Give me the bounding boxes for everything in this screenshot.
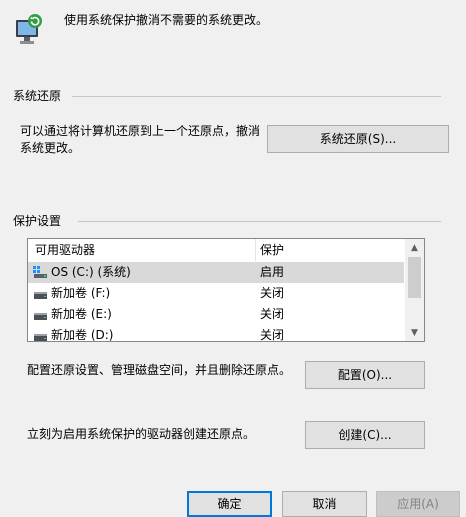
- scroll-up-icon[interactable]: ▲: [405, 239, 424, 256]
- restore-description-line2: 系统更改。: [20, 141, 81, 155]
- protection-group-label: 保护设置: [13, 214, 62, 228]
- drive-row[interactable]: 新加卷 (E:) 关闭: [28, 304, 404, 325]
- drives-list[interactable]: 可用驱动器 保护 OS (C:) (系统) 启用 新加卷 (F:) 关闭 新加卷…: [27, 238, 425, 342]
- configure-description: 配置还原设置、管理磁盘空间，并且删除还原点。: [27, 363, 292, 377]
- protection-group-divider: [78, 221, 441, 222]
- system-protection-panel: 使用系统保护撤消不需要的系统更改。 系统还原 可以通过将计算机还原到上一个还原点…: [0, 0, 466, 484]
- drive-name: OS (C:) (系统): [51, 265, 131, 279]
- ok-button[interactable]: 确定: [187, 491, 272, 517]
- scroll-down-icon[interactable]: ▼: [405, 324, 424, 341]
- drive-icon: [33, 289, 48, 299]
- apply-button[interactable]: 应用(A): [376, 491, 460, 517]
- dialog-footer: 确定 取消 应用(A): [0, 484, 466, 517]
- system-protection-icon: [13, 12, 45, 46]
- system-restore-button[interactable]: 系统还原(S)...: [267, 125, 449, 153]
- drive-row[interactable]: 新加卷 (F:) 关闭: [28, 283, 404, 304]
- column-header-protection[interactable]: 保护: [256, 239, 404, 261]
- system-drive-icon: [33, 266, 48, 279]
- drive-protection-status: 关闭: [260, 307, 285, 321]
- restore-group-divider: [72, 96, 441, 97]
- drive-row[interactable]: 新加卷 (D:) 关闭: [28, 325, 404, 342]
- drive-name: 新加卷 (F:): [51, 286, 111, 300]
- drive-protection-status: 关闭: [260, 328, 285, 342]
- create-description: 立刻为启用系统保护的驱动器创建还原点。: [27, 427, 256, 441]
- drive-name: 新加卷 (E:): [51, 307, 112, 321]
- scroll-thumb[interactable]: [408, 257, 421, 298]
- drive-row[interactable]: OS (C:) (系统) 启用: [28, 262, 404, 283]
- drive-name: 新加卷 (D:): [51, 328, 114, 342]
- header-description: 使用系统保护撤消不需要的系统更改。: [64, 13, 269, 27]
- drive-protection-status: 关闭: [260, 286, 285, 300]
- drives-list-scrollbar[interactable]: ▲ ▼: [405, 239, 424, 341]
- drive-icon: [33, 310, 48, 320]
- restore-group-label: 系统还原: [13, 89, 62, 103]
- drive-icon: [33, 331, 48, 341]
- create-button[interactable]: 创建(C)...: [305, 421, 425, 449]
- column-header-drive[interactable]: 可用驱动器: [28, 239, 255, 261]
- cancel-button[interactable]: 取消: [282, 491, 367, 517]
- restore-description-line1: 可以通过将计算机还原到上一个还原点，撤消: [20, 124, 261, 138]
- drive-protection-status: 启用: [260, 265, 285, 279]
- configure-button[interactable]: 配置(O)...: [305, 361, 425, 389]
